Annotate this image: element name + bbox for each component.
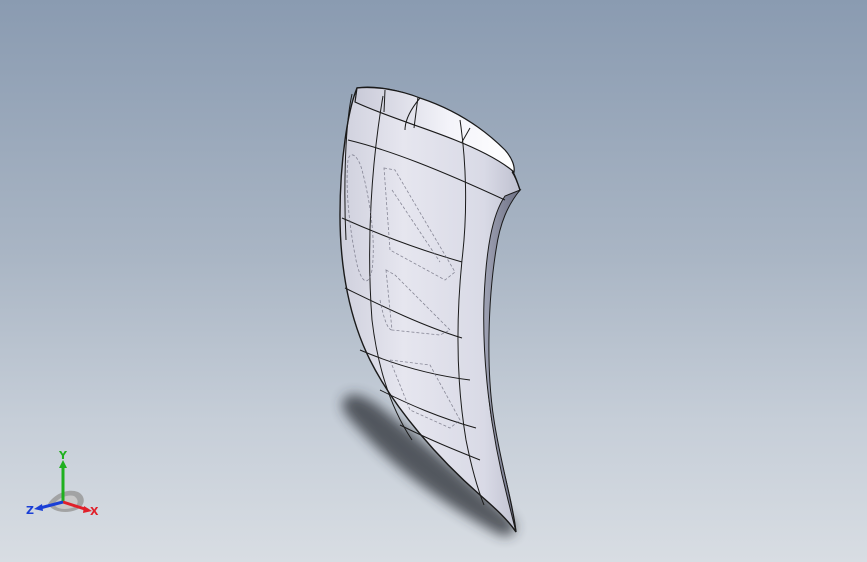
triad-y-label: Y — [58, 449, 68, 462]
graphics-viewport[interactable]: Y X Z — [0, 0, 867, 562]
triad-z-label: Z — [26, 504, 34, 517]
model-view[interactable] — [0, 0, 867, 562]
z-axis-arrow-icon — [34, 504, 43, 511]
triad-x-label: X — [90, 505, 99, 518]
reference-triad[interactable]: Y X Z — [26, 448, 106, 520]
